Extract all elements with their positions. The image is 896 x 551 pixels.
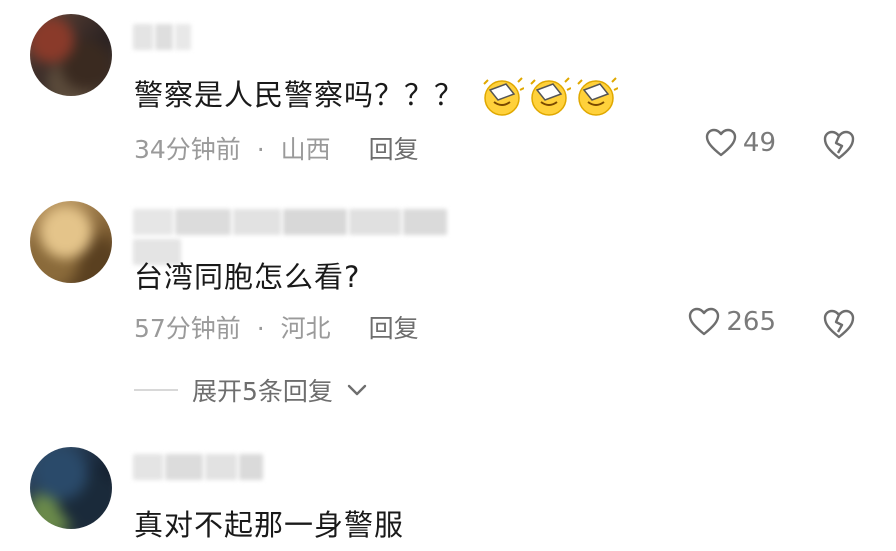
- comment-time: 34分钟前: [134, 135, 241, 164]
- comment-text: 警察是人民警察吗？？？: [134, 72, 619, 118]
- salute-emoji-icon: [577, 77, 619, 116]
- comment-text: 台湾同胞怎么看?: [134, 260, 361, 294]
- heart-outline-icon: [705, 128, 737, 157]
- expand-divider: [134, 389, 178, 391]
- broken-heart-icon[interactable]: [822, 308, 856, 340]
- avatar[interactable]: [30, 14, 112, 96]
- avatar[interactable]: [30, 201, 112, 283]
- heart-outline-icon: [689, 307, 720, 336]
- like-count: 265: [726, 307, 776, 337]
- salute-emoji-icon: [530, 77, 572, 116]
- salute-emoji-icon: [483, 77, 525, 116]
- like-button[interactable]: 265: [688, 307, 776, 337]
- meta-separator: ·: [256, 314, 265, 343]
- like-button[interactable]: 49: [705, 128, 776, 158]
- expand-replies-button[interactable]: 展开5条回复: [134, 372, 367, 408]
- comment-location: 山西: [280, 135, 331, 164]
- username-blurred[interactable]: [133, 454, 265, 480]
- username-blurred[interactable]: [133, 24, 193, 50]
- expand-replies-label: 展开5条回复: [192, 377, 333, 406]
- chevron-down-icon: [347, 384, 367, 396]
- comment-location: 河北: [280, 314, 331, 343]
- comment-time: 57分钟前: [134, 314, 241, 343]
- comment-meta: 57分钟前 · 河北 回复: [134, 309, 419, 345]
- comment-meta: 34分钟前 · 山西 回复: [134, 130, 419, 166]
- comment-text: 真对不起那一身警服: [134, 508, 405, 542]
- like-count: 49: [742, 128, 776, 158]
- broken-heart-icon[interactable]: [822, 129, 856, 161]
- meta-separator: ·: [256, 135, 265, 164]
- reply-button[interactable]: 回复: [369, 135, 419, 164]
- avatar[interactable]: [30, 447, 112, 529]
- emoji-group: [480, 76, 619, 118]
- reply-button[interactable]: 回复: [369, 314, 419, 343]
- username-blurred[interactable]: [133, 209, 495, 265]
